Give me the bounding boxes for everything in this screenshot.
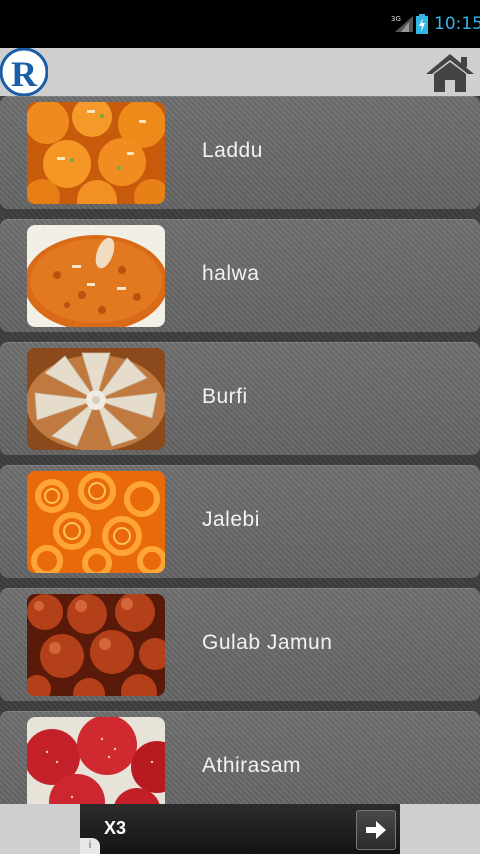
arrow-right-icon[interactable]	[356, 810, 396, 850]
list-item-jalebi[interactable]: Jalebi	[0, 465, 480, 578]
clock: 10:15	[434, 14, 480, 34]
item-label: Burfi	[202, 385, 248, 408]
signal-3g-icon: 3G	[391, 15, 413, 32]
burfi-thumbnail	[27, 348, 165, 450]
jalebi-thumbnail	[27, 471, 165, 573]
svg-text:3G: 3G	[391, 15, 401, 23]
list-item-athirasam[interactable]: Athirasam	[0, 711, 480, 804]
ad-text[interactable]: X3	[104, 818, 126, 839]
ad-banner[interactable]	[80, 804, 400, 854]
list-item-burfi[interactable]: Burfi	[0, 342, 480, 455]
home-icon[interactable]	[424, 52, 476, 94]
item-label: Gulab Jamun	[202, 631, 333, 654]
item-label: Athirasam	[202, 754, 302, 777]
item-label: halwa	[202, 262, 260, 285]
app-logo-icon[interactable]: R	[0, 48, 48, 96]
status-bar: 3G 10:15	[0, 0, 480, 48]
gulab-jamun-thumbnail	[27, 594, 165, 696]
item-label: Jalebi	[202, 508, 260, 531]
svg-text:R: R	[11, 54, 38, 94]
list-item-gulab-jamun[interactable]: Gulab Jamun	[0, 588, 480, 701]
ad-info-icon[interactable]: i	[80, 838, 100, 854]
sweets-list[interactable]: Laddu halwa Burfi Jalebi Gulab Jamun Ath…	[0, 96, 480, 804]
list-item-halwa[interactable]: halwa	[0, 219, 480, 332]
item-label: Laddu	[202, 139, 263, 162]
list-item-laddu[interactable]: Laddu	[0, 96, 480, 209]
battery-charging-icon	[416, 14, 428, 34]
athirasam-thumbnail	[27, 717, 165, 804]
action-bar	[0, 48, 480, 96]
laddu-thumbnail	[27, 102, 165, 204]
halwa-thumbnail	[27, 225, 165, 327]
